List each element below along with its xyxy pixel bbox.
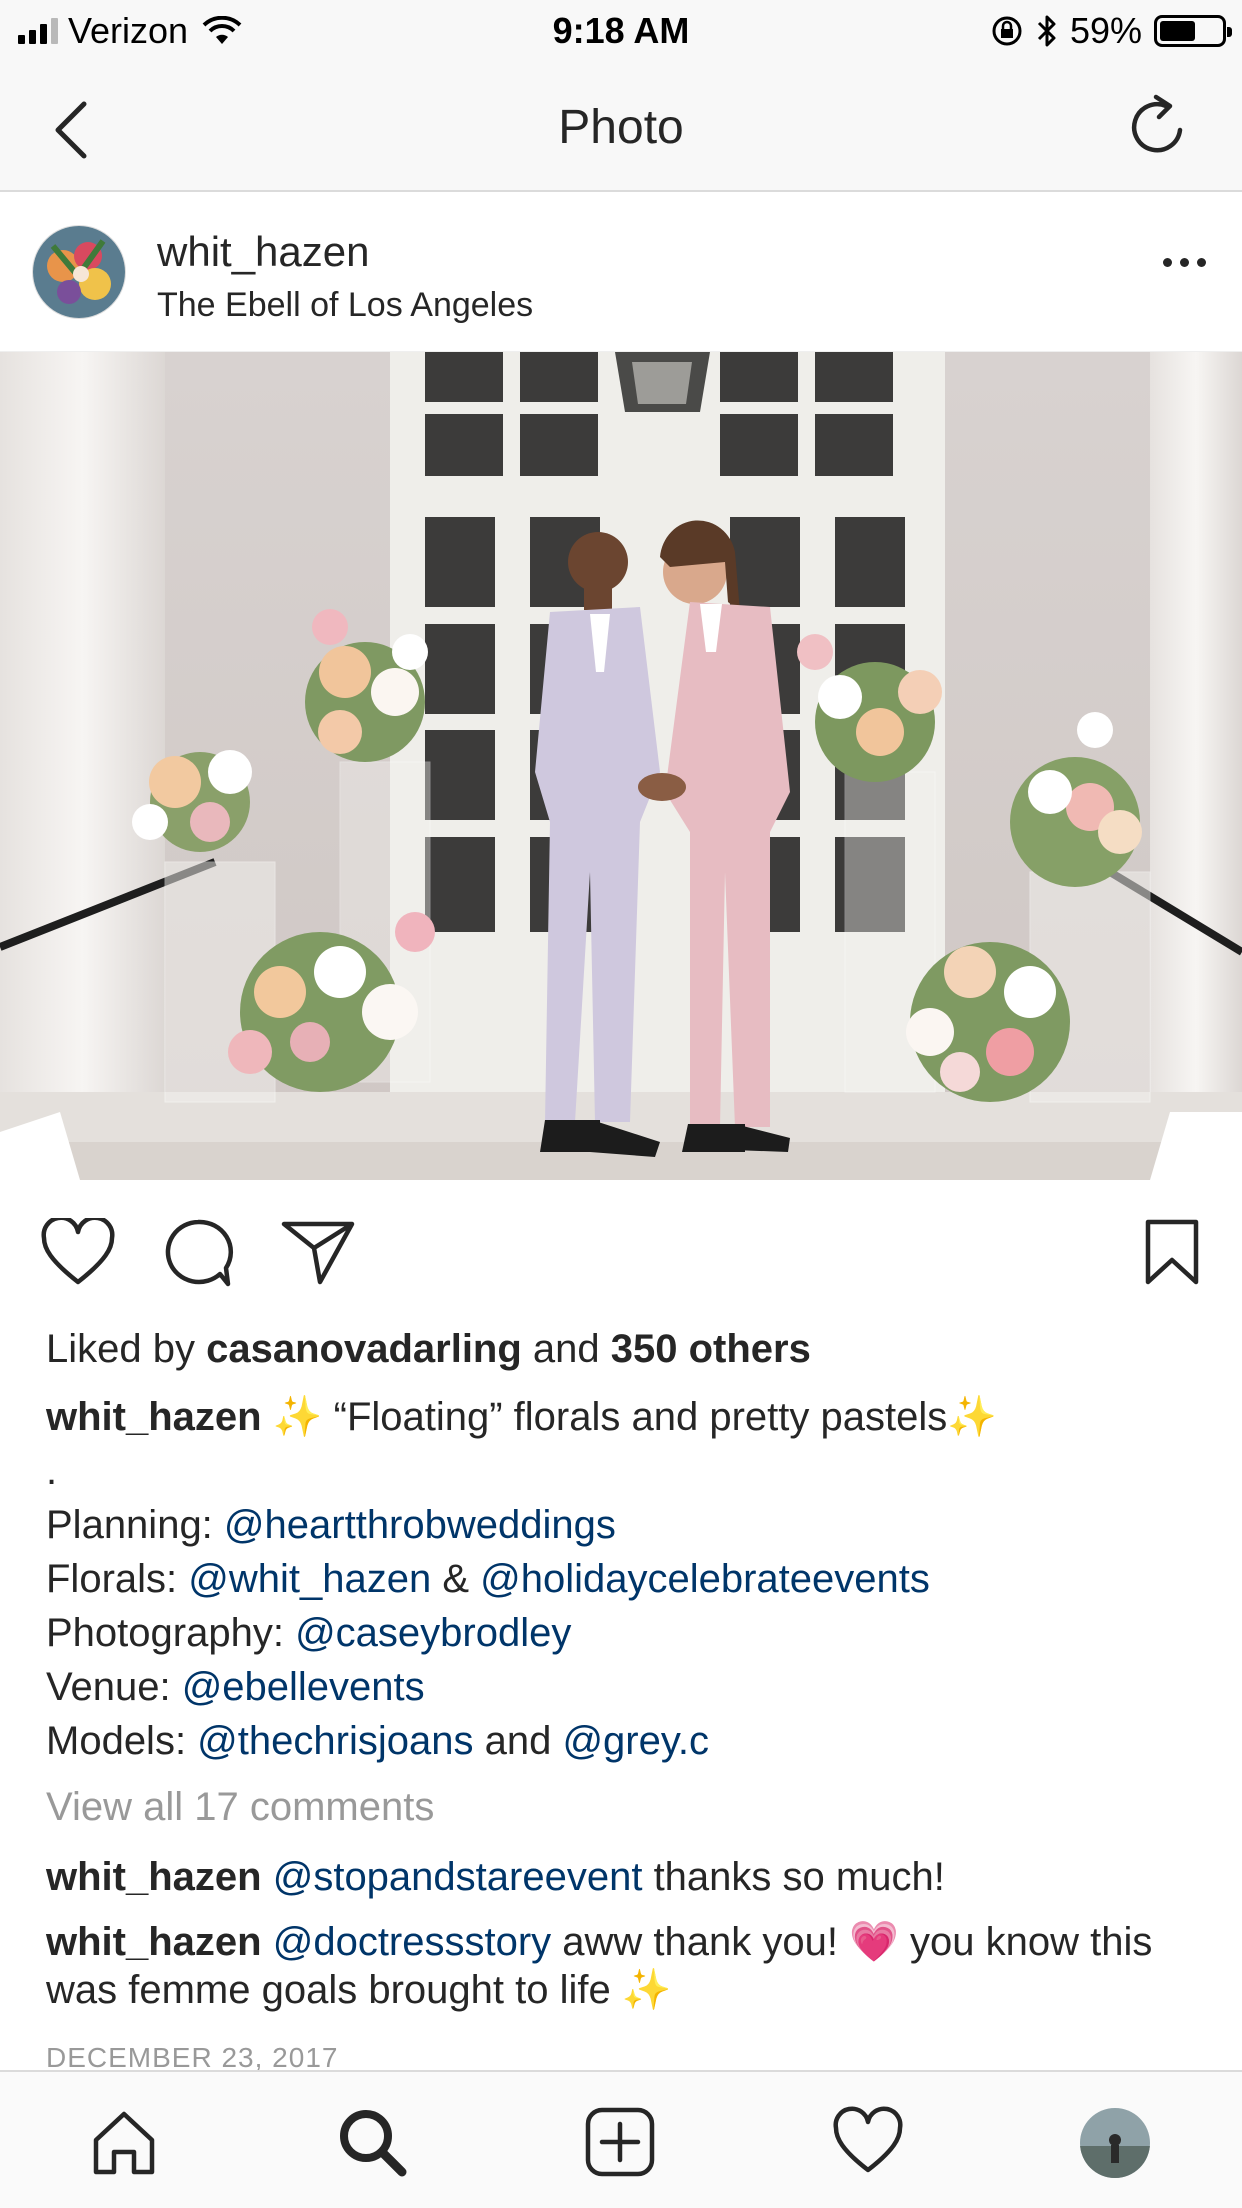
- likes-line: Liked by casanovadarling and 350 others: [46, 1322, 1206, 1376]
- wedding-photo: [0, 352, 1242, 1180]
- comment-item: whit_hazen @stopandstareevent thanks so …: [46, 1850, 1206, 1904]
- post-username[interactable]: whit_hazen: [157, 228, 369, 276]
- nav-bar: Photo: [0, 62, 1242, 192]
- share-icon[interactable]: [280, 1218, 356, 1286]
- comment-username[interactable]: whit_hazen: [46, 1855, 262, 1899]
- caption-venue: Venue: @ebellevents: [46, 1660, 1206, 1714]
- heart-icon[interactable]: [40, 1218, 116, 1286]
- mention-link[interactable]: @ebellevents: [182, 1665, 425, 1709]
- caption-headline: ✨ “Floating” florals and pretty pastels✨: [261, 1395, 998, 1439]
- add-post-icon[interactable]: [584, 2106, 656, 2178]
- battery-percent: 59%: [1069, 10, 1142, 51]
- activity-heart-icon[interactable]: [832, 2106, 904, 2178]
- caption: whit_hazen ✨ “Floating” florals and pret…: [46, 1390, 1206, 1768]
- search-icon[interactable]: [336, 2106, 408, 2178]
- view-all-comments-link[interactable]: View all 17 comments: [46, 1780, 1206, 1834]
- florals-label: Florals:: [46, 1557, 189, 1601]
- bluetooth-icon: [1037, 15, 1056, 47]
- liked-by-user[interactable]: casanovadarling: [206, 1327, 522, 1371]
- comment-text: thanks so much!: [642, 1855, 945, 1899]
- caption-dot: .: [46, 1449, 58, 1493]
- status-bar: Verizon 9:18 AM 59%: [0, 0, 1242, 62]
- battery-level: [1160, 21, 1196, 41]
- venue-label: Venue:: [46, 1665, 182, 1709]
- comment-item: whit_hazen @doctressstory aww thank you!…: [46, 1918, 1206, 2014]
- profile-avatar[interactable]: [1080, 2108, 1150, 2178]
- mention-link[interactable]: @thechrisjoans: [197, 1719, 473, 1763]
- bookmark-icon[interactable]: [1144, 1218, 1200, 1286]
- mention-link[interactable]: @whit_hazen: [188, 1557, 431, 1601]
- page-title: Photo: [558, 101, 684, 154]
- mention-link[interactable]: @doctressstory: [273, 1920, 551, 1964]
- planning-label: Planning:: [46, 1503, 224, 1547]
- caption-florals: Florals: @whit_hazen & @holidaycelebrate…: [46, 1552, 1206, 1606]
- battery-icon: [1154, 15, 1232, 47]
- mention-link[interactable]: @grey.c: [562, 1719, 709, 1763]
- models-label: Models:: [46, 1719, 198, 1763]
- mention-link[interactable]: @holidaycelebrateevents: [480, 1557, 930, 1601]
- photography-label: Photography:: [46, 1611, 296, 1655]
- tab-bar: [0, 2070, 1242, 2208]
- caption-photography: Photography: @caseybrodley: [46, 1606, 1206, 1660]
- mention-link[interactable]: @heartthrobweddings: [224, 1503, 616, 1547]
- status-right: 59%: [990, 10, 1232, 52]
- comment-username[interactable]: whit_hazen: [46, 1920, 262, 1964]
- comment-icon[interactable]: [162, 1218, 234, 1288]
- caption-planning: Planning: @heartthrobweddings: [46, 1498, 1206, 1552]
- post-photo[interactable]: [0, 352, 1242, 1180]
- home-icon[interactable]: [88, 2106, 160, 2178]
- more-horizontal-icon[interactable]: [1163, 258, 1206, 267]
- post-header: whit_hazen The Ebell of Los Angeles: [0, 192, 1242, 352]
- rotation-lock-icon: [992, 16, 1022, 46]
- likes-count[interactable]: 350 others: [611, 1327, 811, 1371]
- post-actions: [0, 1180, 1242, 1330]
- caption-username[interactable]: whit_hazen: [46, 1395, 262, 1439]
- likes-middle: and: [521, 1327, 611, 1371]
- mention-link[interactable]: @stopandstareevent: [273, 1855, 643, 1899]
- avatar[interactable]: [32, 225, 126, 319]
- florals-amp: &: [431, 1557, 481, 1601]
- models-and: and: [473, 1719, 563, 1763]
- caption-models: Models: @thechrisjoans and @grey.c: [46, 1714, 1206, 1768]
- post-location[interactable]: The Ebell of Los Angeles: [157, 286, 533, 325]
- refresh-icon[interactable]: [1126, 92, 1190, 160]
- mention-link[interactable]: @caseybrodley: [295, 1611, 571, 1655]
- caption-line-1: whit_hazen ✨ “Floating” florals and pret…: [46, 1390, 1206, 1444]
- likes-prefix: Liked by: [46, 1327, 207, 1371]
